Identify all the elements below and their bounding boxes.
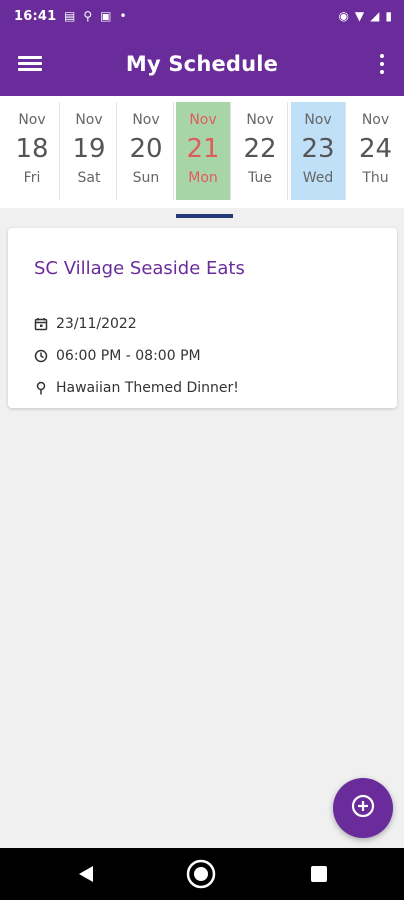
more-vert-icon[interactable] bbox=[378, 54, 386, 78]
page-title: My Schedule bbox=[125, 52, 279, 76]
status-time: 16:41 bbox=[14, 9, 57, 24]
date-month: Nov bbox=[75, 112, 103, 128]
date-month: Nov bbox=[304, 112, 332, 128]
date-item[interactable]: Nov 24 Thu bbox=[348, 102, 403, 200]
today-indicator bbox=[176, 214, 233, 218]
eye-icon: ◉ bbox=[338, 9, 349, 23]
date-item-today[interactable]: Nov 21 Mon bbox=[176, 102, 231, 200]
status-bar: 16:41 ▤ ⚲ ▣ • ◉ ▼ ◢ ▮ bbox=[0, 0, 404, 34]
status-notification-icons: ▤ ⚲ ▣ • bbox=[64, 9, 127, 23]
dot-icon: • bbox=[119, 9, 127, 23]
event-card[interactable]: SC Village Seaside Eats 23/11/2022 06:00… bbox=[8, 228, 397, 408]
wifi-icon: ▼ bbox=[354, 9, 365, 23]
event-date: 23/11/2022 bbox=[56, 316, 137, 332]
calendar-icon bbox=[34, 317, 48, 331]
date-strip: Nov 18 Fri Nov 19 Sat Nov 20 Sun Nov 21 … bbox=[0, 102, 404, 200]
event-time-row: 06:00 PM - 08:00 PM bbox=[34, 348, 201, 364]
location-pin-icon bbox=[34, 381, 48, 395]
date-weekday: Fri bbox=[23, 170, 41, 186]
date-item-selected[interactable]: Nov 23 Wed bbox=[291, 102, 346, 200]
event-description: Hawaiian Themed Dinner! bbox=[56, 380, 239, 396]
date-day: 21 bbox=[186, 134, 220, 164]
date-weekday: Mon bbox=[188, 170, 218, 186]
date-day: 18 bbox=[15, 134, 49, 164]
date-day: 19 bbox=[72, 134, 106, 164]
home-icon[interactable] bbox=[186, 859, 216, 889]
date-day: 20 bbox=[129, 134, 163, 164]
event-time: 06:00 PM - 08:00 PM bbox=[56, 348, 201, 364]
event-title: SC Village Seaside Eats bbox=[34, 258, 245, 279]
date-item[interactable]: Nov 19 Sat bbox=[62, 102, 117, 200]
date-picker-strip: Nov 18 Fri Nov 19 Sat Nov 20 Sun Nov 21 … bbox=[0, 96, 404, 218]
date-weekday: Sun bbox=[132, 170, 160, 186]
back-icon[interactable] bbox=[77, 864, 95, 888]
add-event-button[interactable] bbox=[333, 778, 393, 838]
date-item[interactable]: Nov 18 Fri bbox=[5, 102, 60, 200]
date-item[interactable]: Nov 20 Sun bbox=[119, 102, 174, 200]
date-weekday: Sat bbox=[77, 170, 101, 186]
date-weekday: Wed bbox=[302, 170, 334, 186]
date-month: Nov bbox=[246, 112, 274, 128]
battery-icon: ▮ bbox=[385, 9, 392, 23]
date-weekday: Tue bbox=[248, 170, 272, 186]
add-circle-icon bbox=[350, 793, 376, 823]
app-bar: My Schedule bbox=[0, 34, 404, 96]
date-month: Nov bbox=[18, 112, 46, 128]
news-icon: ▤ bbox=[64, 9, 76, 23]
network-icon: ⚲ bbox=[83, 9, 93, 23]
date-day: 23 bbox=[301, 134, 335, 164]
system-navigation-bar bbox=[0, 848, 404, 900]
date-day: 24 bbox=[358, 134, 393, 164]
date-item[interactable]: Nov 22 Tue bbox=[233, 102, 288, 200]
status-system-icons: ◉ ▼ ◢ ▮ bbox=[338, 9, 392, 23]
date-month: Nov bbox=[189, 112, 217, 128]
date-weekday: Thu bbox=[362, 170, 389, 186]
event-date-row: 23/11/2022 bbox=[34, 316, 137, 332]
date-day: 22 bbox=[243, 134, 277, 164]
recents-icon[interactable] bbox=[311, 866, 327, 882]
date-month: Nov bbox=[132, 112, 160, 128]
clock-icon bbox=[34, 349, 48, 363]
event-description-row: Hawaiian Themed Dinner! bbox=[34, 380, 239, 396]
calendar-notification-icon: ▣ bbox=[100, 9, 112, 23]
signal-icon: ◢ bbox=[370, 9, 380, 23]
date-month: Nov bbox=[361, 112, 390, 128]
